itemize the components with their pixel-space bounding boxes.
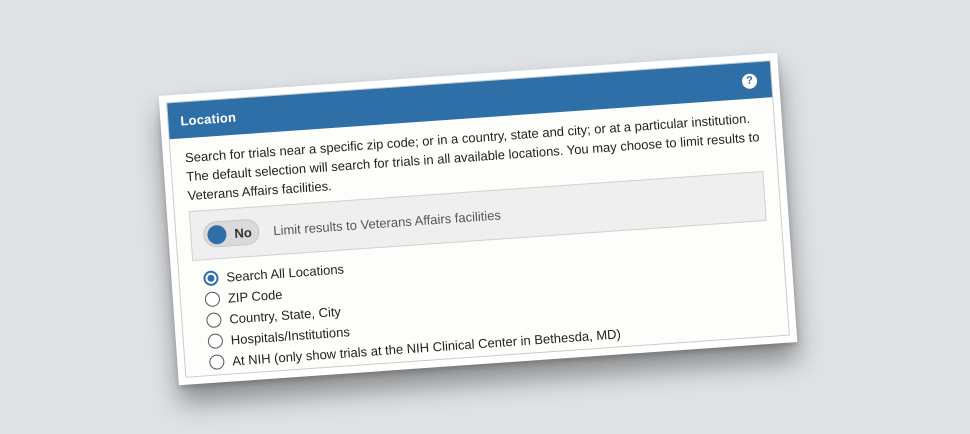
va-toggle[interactable]: No xyxy=(202,218,261,249)
radio-button[interactable] xyxy=(205,312,222,329)
radio-button[interactable] xyxy=(208,354,225,371)
panel-title: Location xyxy=(179,109,237,129)
toggle-state-label: No xyxy=(233,224,253,241)
toggle-knob xyxy=(206,224,228,245)
location-card: Location ? Search for trials near a spec… xyxy=(158,52,798,386)
radio-label: ZIP Code xyxy=(227,286,283,306)
location-panel: Location ? Search for trials near a spec… xyxy=(166,60,790,378)
stage: Location ? Search for trials near a spec… xyxy=(0,0,970,434)
va-filter-label: Limit results to Veterans Affairs facili… xyxy=(272,206,502,238)
radio-button[interactable] xyxy=(204,291,221,308)
radio-button[interactable] xyxy=(207,333,224,350)
help-icon[interactable]: ? xyxy=(741,72,758,89)
radio-button[interactable] xyxy=(202,270,219,287)
